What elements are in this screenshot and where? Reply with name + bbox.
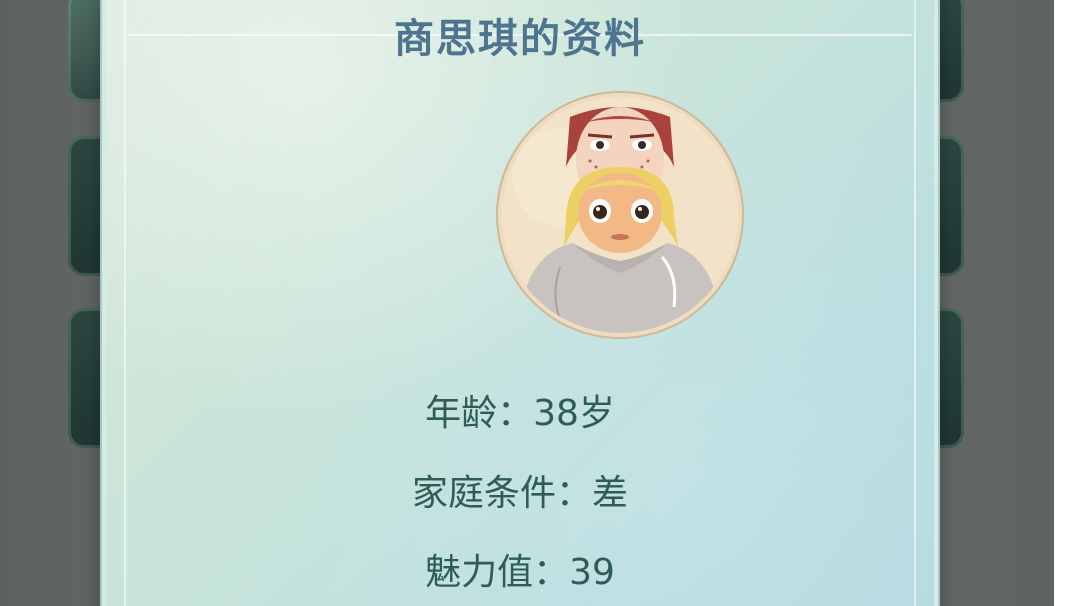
profile-title: 商思琪的资料 <box>394 16 646 62</box>
charm-value-info: 魅力值：39 <box>425 552 615 593</box>
game-screen: 商思琪的资料 年龄：38岁 家庭条件：差 魅力值：39 <box>0 0 1080 606</box>
age-info: 年龄：38岁 <box>425 393 615 434</box>
character-portrait-icon <box>502 97 738 333</box>
profile-panel: 商思琪的资料 年龄：38岁 家庭条件：差 魅力值：39 <box>102 0 938 606</box>
screen-edge <box>1054 0 1080 606</box>
family-condition-info: 家庭条件：差 <box>411 473 628 514</box>
